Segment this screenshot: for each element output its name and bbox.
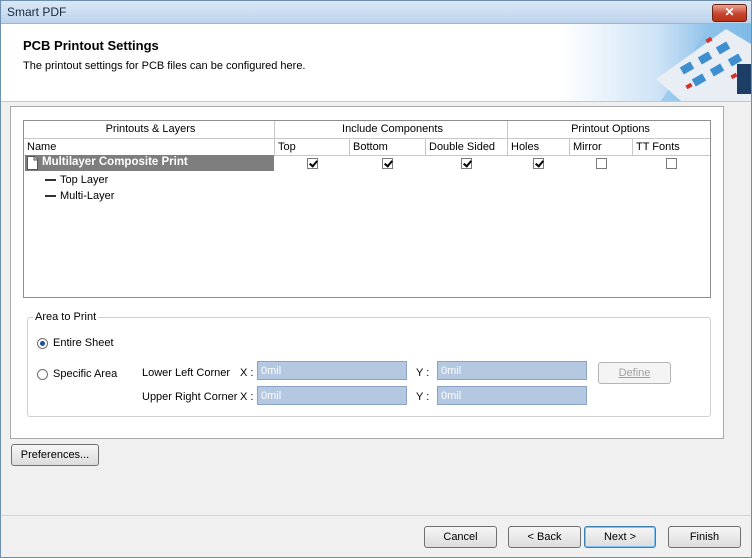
checkbox-double-sided[interactable] — [461, 158, 472, 169]
column-header-double-sided[interactable]: Double Sided — [426, 139, 508, 156]
lower-left-y-label: Y : — [416, 367, 430, 379]
upper-right-y-label: Y : — [416, 391, 430, 403]
entire-sheet-label[interactable]: Entire Sheet — [53, 337, 114, 349]
lower-left-x-input[interactable]: 0mil — [257, 361, 407, 380]
layer-item-top[interactable]: Top Layer — [45, 174, 108, 186]
column-header-tt-fonts[interactable]: TT Fonts — [633, 139, 710, 156]
upper-right-y-input[interactable]: 0mil — [437, 386, 587, 405]
area-to-print-legend: Area to Print — [33, 311, 99, 323]
wizard-header: PCB Printout Settings The printout setti… — [1, 24, 751, 102]
group-header-options: Printout Options — [508, 121, 710, 139]
column-header-bottom[interactable]: Bottom — [350, 139, 426, 156]
radio-entire-sheet[interactable] — [37, 338, 48, 349]
smart-pdf-window: Smart PDF ✕ PCB Printout Settings The pr… — [0, 0, 752, 558]
column-header-mirror[interactable]: Mirror — [570, 139, 633, 156]
back-button[interactable]: < Back — [508, 526, 581, 548]
printouts-grid: Printouts & Layers Include Components Pr… — [23, 120, 711, 298]
pcb-banner-icon — [561, 24, 751, 101]
group-header-components: Include Components — [275, 121, 508, 139]
upper-right-label: Upper Right Corner — [142, 391, 238, 403]
footer-separator — [1, 515, 751, 516]
column-header-holes[interactable]: Holes — [508, 139, 570, 156]
document-icon — [27, 156, 38, 170]
preferences-button[interactable]: Preferences... — [11, 444, 99, 466]
layer-line-icon — [45, 179, 56, 182]
cancel-button[interactable]: Cancel — [424, 526, 497, 548]
checkbox-holes[interactable] — [533, 158, 544, 169]
title-bar: Smart PDF ✕ — [1, 1, 751, 24]
radio-specific-area[interactable] — [37, 369, 48, 380]
lower-left-x-label: X : — [240, 367, 254, 379]
upper-right-x-label: X : — [240, 391, 254, 403]
define-button[interactable]: Define — [598, 362, 671, 384]
column-header-name[interactable]: Name — [24, 139, 275, 156]
checkbox-top[interactable] — [307, 158, 318, 169]
next-button[interactable]: Next > — [584, 526, 656, 548]
finish-button[interactable]: Finish — [668, 526, 741, 548]
checkbox-mirror[interactable] — [596, 158, 607, 169]
checkbox-bottom[interactable] — [382, 158, 393, 169]
group-header-printouts: Printouts & Layers — [24, 121, 275, 139]
printout-row-multilayer[interactable]: Multilayer Composite Print — [25, 155, 274, 171]
settings-panel: Printouts & Layers Include Components Pr… — [10, 106, 724, 439]
lower-left-label: Lower Left Corner — [142, 367, 231, 379]
window-title: Smart PDF — [7, 5, 67, 19]
layer-item-multi[interactable]: Multi-Layer — [45, 190, 114, 202]
layer-line-icon — [45, 195, 56, 198]
checkbox-tt-fonts[interactable] — [666, 158, 677, 169]
specific-area-label[interactable]: Specific Area — [53, 368, 117, 380]
printout-name: Multilayer Composite Print — [42, 156, 188, 168]
page-title: PCB Printout Settings — [23, 38, 159, 53]
close-button[interactable]: ✕ — [712, 4, 747, 22]
page-subtitle: The printout settings for PCB files can … — [23, 60, 306, 72]
column-header-top[interactable]: Top — [275, 139, 350, 156]
upper-right-x-input[interactable]: 0mil — [257, 386, 407, 405]
close-icon: ✕ — [724, 5, 735, 19]
lower-left-y-input[interactable]: 0mil — [437, 361, 587, 380]
